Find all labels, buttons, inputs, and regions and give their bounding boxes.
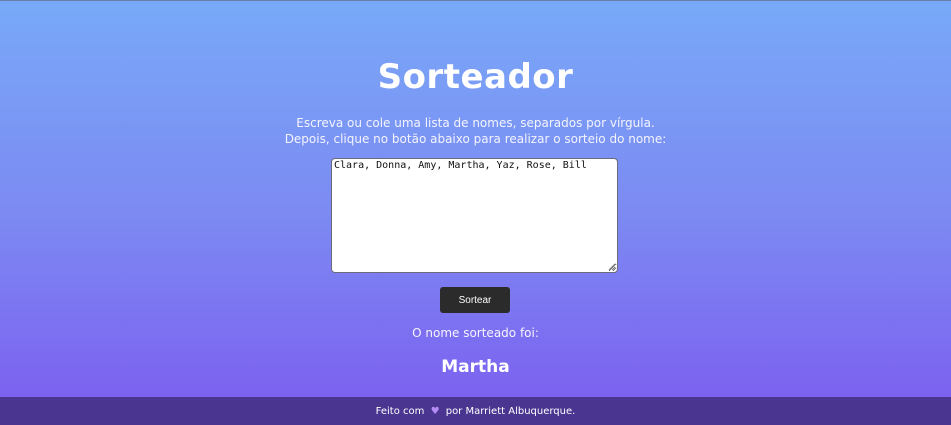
footer-prefix: Feito com (375, 406, 425, 417)
drawn-name: Martha (441, 357, 510, 377)
draw-button[interactable]: Sortear (440, 287, 510, 313)
instruction-line-1: Escreva ou cole uma lista de nomes, sepa… (296, 116, 655, 130)
footer: Feito com ♥ por Marriett Albuquerque. (0, 397, 951, 425)
page: Sorteador Escreva ou cole uma lista de n… (0, 0, 951, 425)
names-textarea[interactable]: Clara, Donna, Amy, Martha, Yaz, Rose, Bi… (331, 158, 618, 273)
page-title: Sorteador (377, 57, 574, 97)
instruction-line-2: Depois, clique no botão abaixo para real… (284, 132, 667, 146)
footer-author: por Marriett Albuquerque. (445, 406, 576, 417)
result-label: O nome sorteado foi: (412, 326, 539, 340)
instructions: Escreva ou cole uma lista de nomes, sepa… (0, 115, 951, 147)
heart-icon: ♥ (430, 406, 440, 417)
